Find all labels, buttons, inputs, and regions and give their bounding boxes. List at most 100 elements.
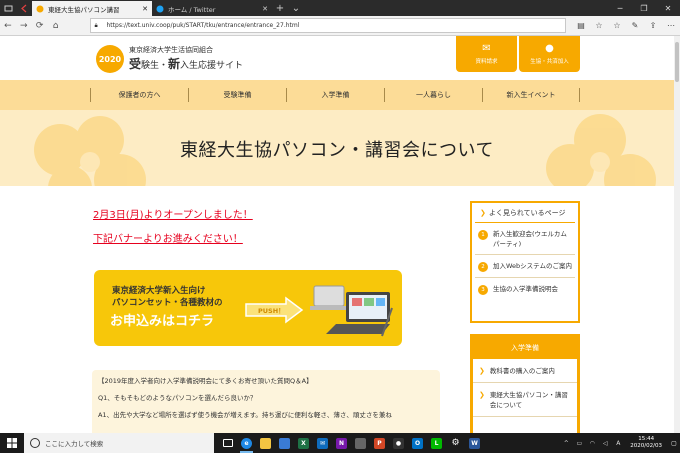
chevron-right-icon: ❯ bbox=[480, 208, 486, 217]
prep-item-textbooks[interactable]: ❯ 教科書の購入のご案内 bbox=[473, 359, 577, 383]
prep-item-label: 教科書の購入のご案内 bbox=[489, 367, 555, 375]
reading-view-icon[interactable]: ▤ bbox=[572, 16, 590, 36]
chevron-right-icon: ❯ bbox=[479, 367, 485, 375]
rank-badge: 1 bbox=[478, 230, 488, 240]
browser-tabbar: 東経大生協パソコン講習 ✕ ホーム / Twitter ✕ + ⌄ ─ ❐ ✕ bbox=[0, 0, 680, 16]
close-icon[interactable]: ✕ bbox=[262, 5, 268, 13]
prep-item-label: 東経大生協パソコン・講習会について bbox=[489, 391, 568, 409]
wifi-icon[interactable]: ◠ bbox=[587, 440, 597, 447]
taskbar-clock[interactable]: 15:44 2020/02/03 bbox=[630, 436, 662, 450]
chevron-down-icon[interactable]: ⌄ bbox=[288, 1, 304, 16]
screen: 東経大生協パソコン講習 ✕ ホーム / Twitter ✕ + ⌄ ─ ❐ ✕ … bbox=[0, 0, 680, 453]
logo-name-part: 入生応援サイト bbox=[180, 61, 244, 71]
twitter-bird-icon bbox=[156, 5, 164, 13]
windows-start-button[interactable] bbox=[0, 433, 24, 453]
refresh-icon[interactable]: ⟳ bbox=[32, 16, 48, 36]
popular-item-briefing[interactable]: 3 生協の入学準備説明会 bbox=[475, 278, 575, 300]
window-controls: ─ ❐ ✕ bbox=[608, 0, 680, 16]
close-window-button[interactable]: ✕ bbox=[656, 0, 680, 16]
nav-item-parents[interactable]: 保護者の方へ bbox=[90, 88, 188, 102]
push-label: PUSH！ bbox=[258, 307, 285, 315]
more-menu-icon[interactable]: ⋯ bbox=[662, 16, 680, 36]
push-arrow-icon: PUSH！ bbox=[245, 296, 304, 324]
battery-icon[interactable]: ▭ bbox=[574, 440, 584, 447]
nav-item-enrollment-prep[interactable]: 入学準備 bbox=[286, 88, 384, 102]
logo-name-part: 験生・ bbox=[141, 61, 169, 71]
rank-badge: 2 bbox=[478, 262, 488, 272]
hero-banner: 東経大生協パソコン・講習会について bbox=[0, 110, 674, 186]
outlook-icon[interactable]: O bbox=[408, 433, 427, 453]
notice-link-banner[interactable]: 下記バナーよりお進みください！ bbox=[93, 230, 243, 245]
global-nav: 保護者の方へ 受験準備 入学準備 一人暮らし 新入生イベント bbox=[0, 80, 674, 110]
search-placeholder: ここに入力して検索 bbox=[45, 440, 104, 448]
prep-item-pc-course[interactable]: ❯ 東経大生協パソコン・講習会について bbox=[473, 383, 577, 417]
photos-icon[interactable] bbox=[351, 433, 370, 453]
pc-order-banner[interactable]: 東京経済大学新入生向け パソコンセット・各種教材の お申込みはコチラ PUSH！ bbox=[94, 270, 402, 346]
volume-icon[interactable]: ◁ bbox=[600, 440, 610, 447]
share-icon[interactable]: ⇪ bbox=[644, 16, 662, 36]
popular-pages-box: ❯ よく見られているページ 1 新入生歓迎会(ウエルカムパーティ) 2 加入We… bbox=[470, 201, 580, 323]
nav-item-exam-prep[interactable]: 受験準備 bbox=[188, 88, 286, 102]
coop-favicon-icon bbox=[36, 5, 44, 13]
tab-twitter[interactable]: ホーム / Twitter ✕ bbox=[152, 1, 272, 16]
onenote-icon[interactable]: N bbox=[332, 433, 351, 453]
qa-answer: A1、出先や大学など場所を選ばず使う機会が増えます。持ち運びに便利な軽さ、薄さ、… bbox=[98, 411, 392, 419]
settings-gear-icon[interactable]: ⚙ bbox=[446, 433, 465, 453]
pen-icon[interactable]: ✎ bbox=[626, 16, 644, 36]
tab-pc-course[interactable]: 東経大生協パソコン講習 ✕ bbox=[32, 1, 152, 16]
close-icon[interactable]: ✕ bbox=[142, 5, 148, 13]
powerpoint-icon[interactable]: P bbox=[370, 433, 389, 453]
popular-item-web-system[interactable]: 2 加入Webシステムのご案内 bbox=[475, 255, 575, 278]
favorite-star-icon[interactable]: ☆ bbox=[590, 16, 608, 36]
nav-item-freshman-events[interactable]: 新入生イベント bbox=[482, 88, 580, 102]
word-icon[interactable]: W bbox=[465, 433, 484, 453]
back-tab-icon[interactable] bbox=[16, 0, 32, 16]
task-view-icon[interactable] bbox=[218, 433, 237, 453]
tab-actions-icon[interactable] bbox=[0, 0, 16, 16]
popular-item-welcome-party[interactable]: 1 新入生歓迎会(ウエルカムパーティ) bbox=[475, 223, 575, 255]
qa-question: Q1、そもそもどのようなパソコンを選んだら良いか？ bbox=[98, 394, 257, 402]
banner-line1: 東京経済大学新入生向け bbox=[112, 286, 206, 296]
address-bar[interactable]: 🔒︎ https://text.univ.coop/puk/START/tku/… bbox=[89, 18, 566, 33]
rank-badge: 3 bbox=[478, 285, 488, 295]
excel-icon[interactable]: X bbox=[294, 433, 313, 453]
scrollbar-thumb[interactable] bbox=[675, 42, 679, 82]
line-app-icon[interactable]: L bbox=[427, 433, 446, 453]
home-icon[interactable]: ⌂ bbox=[48, 16, 64, 36]
mail-icon[interactable]: ✉ bbox=[313, 433, 332, 453]
page-title: 東経大生協パソコン・講習会について bbox=[180, 140, 494, 161]
button-label: 資料請求 bbox=[475, 58, 498, 65]
new-tab-button[interactable]: + bbox=[272, 1, 288, 16]
logo-org: 東京経済大学生活協同組合 bbox=[129, 46, 213, 54]
logo-name: 受験生・新入生応援サイト bbox=[129, 55, 243, 72]
ime-icon[interactable]: A bbox=[613, 440, 623, 447]
favorites-hub-icon[interactable]: ☆ bbox=[608, 16, 626, 36]
banner-line3: お申込みはコチラ bbox=[110, 314, 215, 329]
forward-arrow-icon[interactable]: → bbox=[16, 16, 32, 36]
notice-link-open[interactable]: 2月3日(月)よりオープンしました！ bbox=[93, 206, 253, 221]
notification-icon[interactable]: ▢ bbox=[668, 433, 680, 453]
system-tray: ^ ▭ ◠ ◁ A 15:44 2020/02/03 ▢ bbox=[561, 433, 680, 453]
site-header: 2020 東京経済大学生活協同組合 受験生・新入生応援サイト ✉ 資料請求 ● … bbox=[0, 36, 674, 80]
store-icon[interactable] bbox=[275, 433, 294, 453]
enrollment-prep-title: 入学準備 bbox=[511, 344, 539, 352]
taskbar-search-input[interactable]: ここに入力して検索 bbox=[24, 433, 214, 453]
nav-item-living-alone[interactable]: 一人暮らし bbox=[384, 88, 482, 102]
camera-icon[interactable]: ● bbox=[389, 433, 408, 453]
site-logo[interactable]: 2020 東京経済大学生活協同組合 受験生・新入生応援サイト bbox=[96, 44, 266, 74]
minimize-button[interactable]: ─ bbox=[608, 0, 632, 16]
banner-line2: パソコンセット・各種教材の bbox=[112, 298, 223, 308]
button-label: 生協・共済加入 bbox=[530, 58, 569, 65]
maximize-button[interactable]: ❐ bbox=[632, 0, 656, 16]
page-scrollbar[interactable] bbox=[674, 36, 680, 433]
popular-item-label: 加入Webシステムのご案内 bbox=[493, 262, 572, 270]
clock-date: 2020/02/03 bbox=[630, 443, 662, 449]
chevron-up-icon[interactable]: ^ bbox=[561, 440, 571, 447]
back-arrow-icon[interactable]: ← bbox=[0, 16, 16, 36]
qa-box: 【2019年度入学者向け入学準備説明会にて多くお寄せ頂いた質問Q＆A】 Q1、そ… bbox=[92, 370, 440, 433]
edge-browser-icon[interactable]: e bbox=[237, 433, 256, 453]
coop-join-button[interactable]: ● 生協・共済加入 bbox=[519, 36, 580, 72]
document-request-button[interactable]: ✉ 資料請求 bbox=[456, 36, 517, 72]
popular-pages-title: よく見られているページ bbox=[488, 208, 566, 217]
file-explorer-icon[interactable] bbox=[256, 433, 275, 453]
